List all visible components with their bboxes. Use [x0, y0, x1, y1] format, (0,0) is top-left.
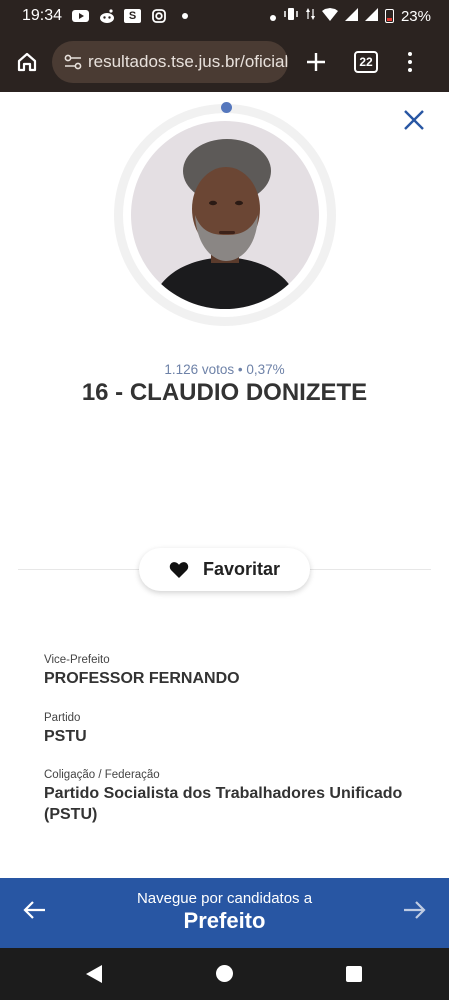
candidate-photo	[131, 121, 319, 309]
battery-percent: 23%	[400, 7, 431, 25]
battery-icon	[384, 9, 394, 23]
instagram-icon	[150, 9, 167, 23]
dot-icon	[269, 8, 276, 25]
navigation-subtitle: Navegue por candidatos a	[136, 890, 313, 907]
heart-icon	[169, 561, 189, 578]
menu-dot	[408, 52, 412, 56]
home-icon	[17, 52, 37, 72]
notification-icons: S	[72, 9, 193, 23]
home-button[interactable]	[2, 37, 52, 87]
candidate-navigation: Navegue por candidatos a Prefeito	[0, 878, 449, 948]
new-tab-button[interactable]	[296, 42, 336, 82]
signal-icon	[344, 7, 358, 25]
signal-icon	[364, 7, 378, 25]
dot-icon	[176, 9, 193, 23]
address-bar[interactable]: resultados.tse.jus.br/oficial	[52, 41, 288, 83]
s-app-icon: S	[124, 9, 142, 23]
back-icon[interactable]	[86, 965, 102, 983]
recents-icon[interactable]	[346, 966, 362, 982]
coalition-value: Partido Socialista dos Trabalhadores Uni…	[44, 785, 403, 823]
favorite-label: Favoritar	[202, 559, 281, 579]
tab-switcher-button[interactable]: 22	[354, 51, 378, 73]
favorite-button[interactable]: Favoritar	[139, 548, 310, 591]
data-arrows-icon	[305, 7, 315, 25]
menu-dot	[408, 60, 412, 64]
arrow-right-icon	[404, 901, 426, 919]
vote-share-indicator	[221, 102, 232, 113]
menu-dot	[408, 68, 412, 72]
candidate-votes: 1.126 votos • 0,37%	[164, 362, 285, 377]
navigation-title: Prefeito	[183, 908, 266, 933]
coalition-label: Coligação / Federação	[44, 769, 160, 781]
reddit-icon	[98, 9, 115, 23]
browser-menu-button[interactable]	[408, 52, 412, 72]
home-circle-icon[interactable]	[216, 965, 233, 982]
vice-mayor-value: PROFESSOR FERNANDO	[44, 670, 240, 687]
vibrate-icon	[283, 7, 299, 25]
candidate-name: 16 - CLAUDIO DONIZETE	[81, 379, 368, 406]
close-icon	[404, 110, 424, 130]
youtube-icon	[72, 9, 90, 23]
next-candidate-button[interactable]	[402, 900, 426, 925]
system-status-icons: 23%	[269, 7, 431, 25]
vice-mayor-label: Vice-Prefeito	[44, 654, 110, 666]
url-text[interactable]: resultados.tse.jus.br/oficial	[88, 52, 288, 72]
site-settings-icon[interactable]	[64, 54, 82, 70]
party-label: Partido	[44, 712, 81, 724]
status-time: 19:34	[22, 7, 63, 24]
system-navigation-bar	[0, 948, 449, 1000]
party-value: PSTU	[44, 728, 87, 745]
plus-icon	[307, 53, 325, 71]
wifi-icon	[321, 7, 338, 25]
status-bar: 19:34 S 23%	[0, 0, 449, 32]
browser-toolbar: resultados.tse.jus.br/oficial 22	[0, 32, 449, 92]
close-button[interactable]	[402, 108, 426, 132]
